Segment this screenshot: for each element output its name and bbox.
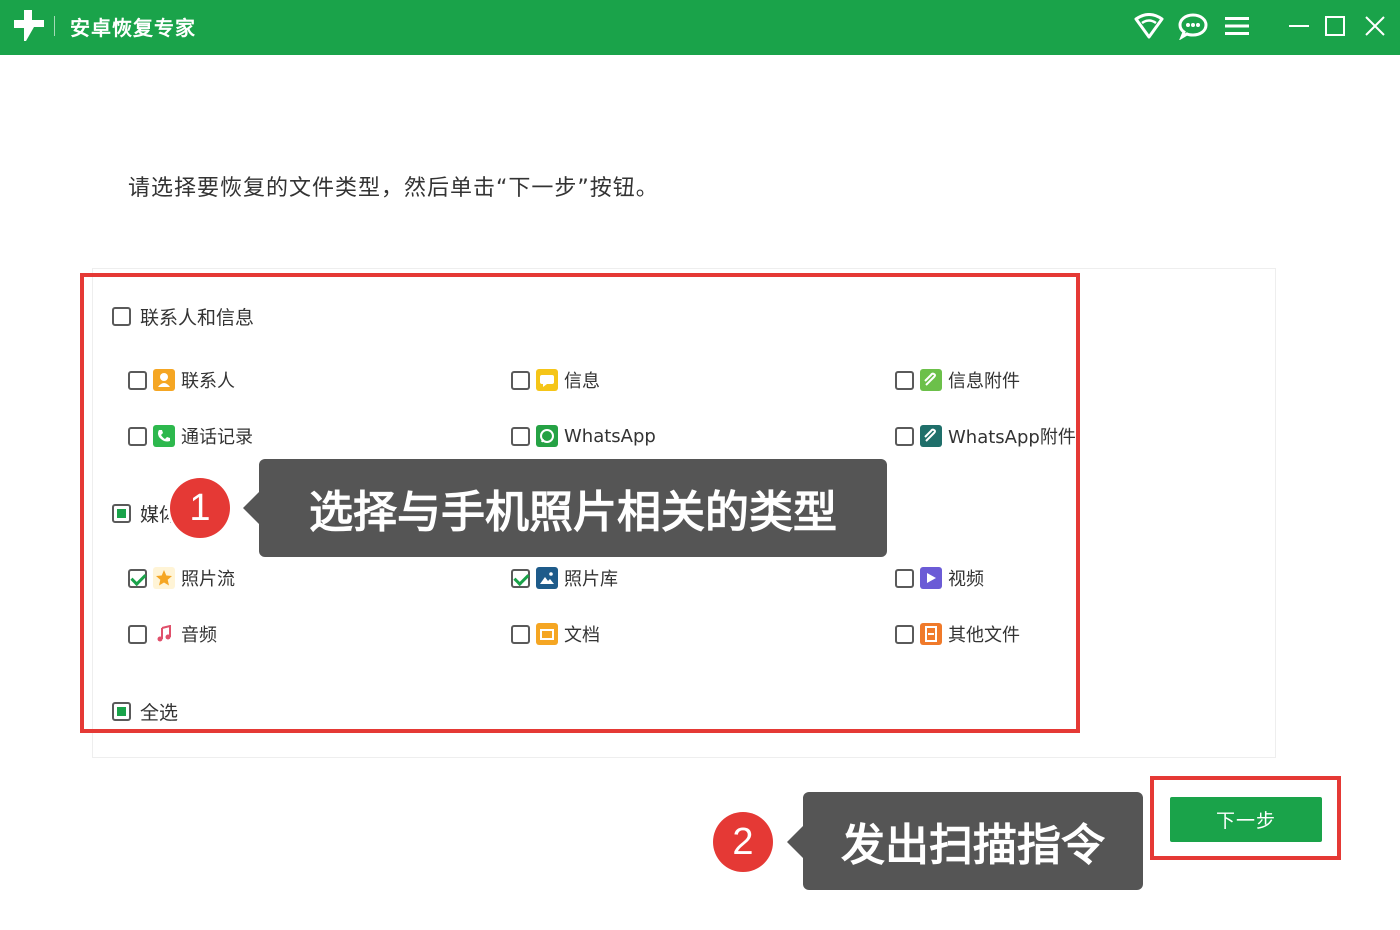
type-checkbox[interactable]	[128, 426, 147, 446]
music-icon	[153, 623, 175, 645]
chat-icon[interactable]	[1176, 9, 1210, 43]
type-checkbox[interactable]	[511, 426, 530, 446]
type-item-whatsapp-attachments[interactable]: WhatsApp附件	[895, 423, 1076, 449]
type-item-message-attachments[interactable]: 信息附件	[895, 367, 1020, 393]
type-checkbox[interactable]	[895, 568, 914, 588]
callout-1: 选择与手机照片相关的类型	[259, 459, 887, 557]
type-item-messages[interactable]: 信息	[511, 367, 600, 393]
select-all-label: 全选	[140, 701, 179, 724]
type-label: 信息	[564, 371, 600, 392]
whatsapp-icon	[536, 425, 558, 447]
instruction-text: 请选择要恢复的文件类型，然后单击“下一步”按钮。	[128, 176, 659, 201]
callout-arrow-1	[243, 492, 259, 524]
type-item-whatsapp[interactable]: WhatsApp	[511, 423, 656, 449]
type-item-photo-stream[interactable]: 照片流	[128, 565, 235, 591]
step-badge-2: 2	[713, 812, 773, 872]
type-checkbox[interactable]	[128, 624, 147, 644]
type-checkbox[interactable]	[511, 370, 530, 390]
menu-icon[interactable]	[1220, 9, 1254, 43]
type-label: WhatsApp附件	[948, 427, 1076, 448]
maximize-icon[interactable]	[1318, 9, 1352, 43]
contact-icon	[153, 369, 175, 391]
type-checkbox[interactable]	[511, 568, 530, 588]
type-label: WhatsApp	[564, 425, 656, 447]
type-item-photo-library[interactable]: 照片库	[511, 565, 618, 591]
phone-icon	[153, 425, 175, 447]
video-icon	[920, 567, 942, 589]
next-button[interactable]: 下一步	[1170, 797, 1322, 842]
type-checkbox[interactable]	[895, 426, 914, 446]
type-checkbox[interactable]	[128, 568, 147, 588]
category-checkbox[interactable]	[112, 503, 131, 523]
star-icon	[153, 567, 175, 589]
type-label: 音频	[181, 625, 217, 646]
step-badge-1: 1	[170, 478, 230, 538]
type-item-documents[interactable]: 文档	[511, 621, 600, 647]
file-icon	[920, 623, 942, 645]
type-checkbox[interactable]	[895, 370, 914, 390]
type-label: 照片流	[181, 569, 235, 590]
type-label: 信息附件	[948, 371, 1020, 392]
type-label: 视频	[948, 569, 984, 590]
type-item-call-log[interactable]: 通话记录	[128, 423, 253, 449]
type-item-audio[interactable]: 音频	[128, 621, 217, 647]
type-checkbox[interactable]	[511, 624, 530, 644]
type-label: 照片库	[564, 569, 618, 590]
type-checkbox[interactable]	[895, 624, 914, 644]
minimize-icon[interactable]	[1282, 9, 1316, 43]
callout-arrow-2	[787, 826, 803, 858]
title-divider	[54, 16, 55, 36]
category-contacts-messages[interactable]: 联系人和信息	[112, 303, 254, 329]
select-all-checkbox[interactable]	[112, 701, 131, 721]
app-title: 安卓恢复专家	[70, 16, 196, 40]
wifi-icon[interactable]	[1132, 9, 1166, 43]
close-icon[interactable]	[1358, 9, 1392, 43]
type-label: 文档	[564, 625, 600, 646]
folder-icon	[536, 623, 558, 645]
type-checkbox[interactable]	[128, 370, 147, 390]
attachment-icon	[920, 369, 942, 391]
callout-2: 发出扫描指令	[803, 792, 1143, 890]
select-all[interactable]: 全选	[112, 698, 178, 724]
type-label: 其他文件	[948, 625, 1020, 646]
type-item-other-files[interactable]: 其他文件	[895, 621, 1020, 647]
whatsapp-attachment-icon	[920, 425, 942, 447]
type-item-contacts[interactable]: 联系人	[128, 367, 235, 393]
app-logo-icon	[12, 8, 46, 42]
message-icon	[536, 369, 558, 391]
category-media[interactable]: 媒体	[112, 500, 178, 526]
type-item-video[interactable]: 视频	[895, 565, 984, 591]
type-label: 联系人	[181, 371, 235, 392]
title-bar: 安卓恢复专家	[0, 0, 1400, 55]
type-label: 通话记录	[181, 427, 253, 448]
category-checkbox[interactable]	[112, 306, 131, 326]
category-label: 联系人和信息	[140, 306, 255, 329]
image-icon	[536, 567, 558, 589]
